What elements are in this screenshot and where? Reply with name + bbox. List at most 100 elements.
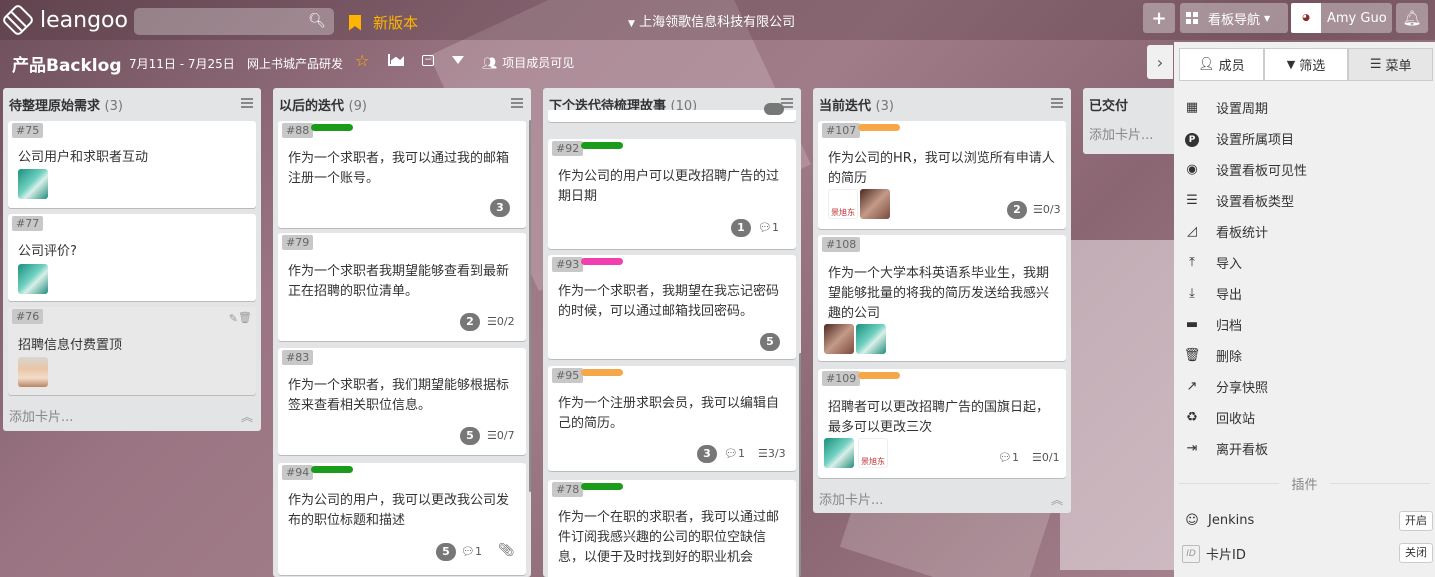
card-label bbox=[581, 369, 623, 376]
menu-item-share-snapshot[interactable]: ↗ 分享快照 bbox=[1182, 377, 1268, 396]
board-date-range[interactable]: 7月11日 - 7月25日 bbox=[129, 55, 235, 72]
tab-filter[interactable]: ▼ 筛选 bbox=[1263, 48, 1349, 81]
menu-item-label: 离开看板 bbox=[1216, 443, 1269, 458]
card[interactable]: #78 作为一个在职的求职者，我可以通过邮件订阅我感兴趣的公司的职位空缺信息，以… bbox=[548, 480, 796, 577]
card[interactable]: #107 作为公司的HR，我可以浏览所有申请人的简历 景旭东 2 ☰0/3 bbox=[818, 121, 1066, 229]
search-input[interactable]: 🔍︎ bbox=[134, 8, 334, 35]
score-badge: 5 bbox=[760, 333, 780, 351]
menu-item-set-visibility[interactable]: ◉ 设置看板可见性 bbox=[1182, 160, 1307, 179]
avatar[interactable] bbox=[824, 324, 854, 354]
comment-icon: 💬︎ bbox=[724, 447, 738, 460]
list-menu-icon[interactable] bbox=[1051, 98, 1063, 110]
avatar[interactable] bbox=[18, 357, 48, 387]
add-card-button[interactable]: 添加卡片... bbox=[9, 406, 73, 425]
tab-label: 成员 bbox=[1218, 59, 1245, 74]
menu-item-import[interactable]: ⤒ 导入 bbox=[1182, 253, 1242, 272]
menu-item-set-period[interactable]: ▦ 设置周期 bbox=[1182, 98, 1268, 117]
card-label bbox=[858, 124, 900, 131]
board-project[interactable]: 网上书城产品研发 bbox=[247, 55, 343, 72]
caret-down-icon: ▼ bbox=[1264, 13, 1271, 23]
menu-item-label: 导出 bbox=[1216, 288, 1243, 303]
attachment-icon: 📎︎ bbox=[498, 543, 515, 558]
avatar-caption: 景旭东 bbox=[831, 208, 855, 217]
avatar[interactable] bbox=[18, 169, 48, 199]
card[interactable]: #108 作为一个大学本科英语系毕业生，我期望能够批量的将我的简历发送给我感兴趣… bbox=[818, 235, 1066, 361]
plugin-enable-button[interactable]: 开启 bbox=[1399, 511, 1433, 531]
app-logo[interactable]: leangoo bbox=[1, 3, 128, 37]
plugin-disable-button[interactable]: 关闭 bbox=[1399, 543, 1433, 563]
checklist-value: 3/3 bbox=[767, 447, 786, 460]
card[interactable]: #76 ✎ 🗑︎ 招聘信息付费置顶 bbox=[8, 307, 256, 395]
board-members-visibility[interactable]: 👥︎ 项目成员可见 bbox=[482, 54, 574, 71]
card[interactable]: #75 公司用户和求职者互动 bbox=[8, 121, 256, 208]
list-header[interactable]: 已交付 bbox=[1083, 88, 1183, 118]
menu-item-leave-board[interactable]: ⇥ 离开看板 bbox=[1182, 439, 1268, 458]
checklist-icon: ☰ bbox=[487, 429, 497, 442]
filter-icon[interactable] bbox=[452, 56, 464, 64]
add-button[interactable]: + bbox=[1143, 3, 1175, 33]
comment-count: 💬︎1 bbox=[461, 545, 482, 558]
avatar[interactable] bbox=[860, 189, 890, 219]
trash-icon: 🗑︎ bbox=[1183, 348, 1201, 363]
company-switcher[interactable]: ▼ 上海领歌信息科技有限公司 bbox=[628, 11, 795, 30]
avatar[interactable] bbox=[824, 438, 854, 468]
chart-icon[interactable] bbox=[388, 54, 404, 66]
card[interactable]: #94 作为公司的用户，我可以更改我公司发布的职位标题和描述 5 💬︎1 📎︎ bbox=[278, 463, 526, 575]
card[interactable]: #88 作为一个求职者，我可以通过我的邮箱注册一个账号。 3 bbox=[278, 121, 526, 228]
add-card-button[interactable]: 添加卡片... bbox=[819, 489, 883, 508]
collapse-icon[interactable]: − bbox=[422, 55, 434, 66]
card-title: 作为一个大学本科英语系毕业生，我期望能够批量的将我的简历发送给我感兴趣的公司 bbox=[828, 266, 1050, 321]
card[interactable]: #92 作为公司的用户可以更改招聘广告的过期日期 1 💬︎1 bbox=[548, 139, 796, 249]
menu-item-delete[interactable]: 🗑︎ 删除 bbox=[1182, 346, 1242, 365]
card[interactable]: #83 作为一个求职者，我们期望能够根据标签来查看相关职位信息。 5 ☰0/7 bbox=[278, 348, 526, 455]
collapse-up-icon[interactable]: ︽ bbox=[241, 408, 253, 425]
archive-icon: ▬ bbox=[1185, 317, 1199, 332]
menu-item-recycle-bin[interactable]: ♻ 回收站 bbox=[1182, 408, 1255, 427]
notification-bell-icon[interactable]: 🔔︎ bbox=[1396, 3, 1428, 33]
card[interactable]: #77 公司评价? bbox=[8, 214, 256, 301]
card-title: 作为一个在职的求职者，我可以通过邮件订阅我感兴趣的公司的职位空缺信息，以便于及时… bbox=[558, 510, 780, 565]
list-header[interactable]: 当前迭代 (3) bbox=[813, 88, 1071, 118]
tab-menu[interactable]: ☰ 菜单 bbox=[1348, 48, 1434, 81]
list-menu-icon[interactable] bbox=[241, 98, 253, 110]
add-card-button[interactable]: 添加卡片... bbox=[1089, 124, 1153, 143]
comment-value: 1 bbox=[771, 221, 779, 234]
list-scrollbar[interactable] bbox=[799, 353, 801, 577]
new-version-link[interactable]: 新版本 bbox=[349, 12, 418, 33]
list-header[interactable]: 待整理原始需求 (3) bbox=[3, 88, 261, 118]
board-title[interactable]: 产品Backlog bbox=[12, 51, 122, 76]
menu-item-set-board-type[interactable]: ☰ 设置看板类型 bbox=[1182, 191, 1294, 210]
avatar[interactable]: 景旭东 bbox=[828, 189, 858, 219]
menu-item-board-stats[interactable]: ◿ 看板统计 bbox=[1182, 222, 1268, 241]
card[interactable]: #109 招聘者可以更改招聘广告的国旗日起，最多可以更改三次 景旭东 💬︎1 ☰… bbox=[818, 369, 1066, 478]
list-menu-icon[interactable] bbox=[511, 98, 523, 110]
list-header[interactable]: 以后的迭代 (9) bbox=[273, 88, 531, 118]
card[interactable]: #79 作为一个求职者我期望能够查看到最新正在招聘的职位清单。 2 ☰0/2 bbox=[278, 233, 526, 341]
menu-item-label: 删除 bbox=[1216, 350, 1243, 365]
menu-item-set-project[interactable]: P 设置所属项目 bbox=[1182, 129, 1294, 148]
card-id: #92 bbox=[552, 141, 584, 156]
list-column: 当前迭代 (3) #107 作为公司的HR，我可以浏览所有申请人的简历 景旭东 … bbox=[813, 88, 1071, 513]
board-nav-button[interactable]: 看板导航 ▼ bbox=[1180, 3, 1288, 33]
menu-item-archive[interactable]: ▬ 归档 bbox=[1182, 315, 1242, 334]
trash-icon[interactable]: 🗑︎ bbox=[238, 311, 252, 324]
card[interactable]: #93 作为一个求职者，我期望在我忘记密码的时候，可以通过邮箱找回密码。 5 bbox=[548, 255, 796, 359]
menu-item-export[interactable]: ⤓ 导出 bbox=[1182, 284, 1242, 303]
panel-tabs: 👤︎ 成员 ▼ 筛选 ☰ 菜单 bbox=[1179, 48, 1434, 81]
list-scrollbar[interactable] bbox=[529, 120, 531, 492]
avatar[interactable] bbox=[856, 324, 886, 354]
avatar[interactable] bbox=[18, 264, 48, 294]
tab-members[interactable]: 👤︎ 成员 bbox=[1179, 48, 1264, 81]
tab-label: 菜单 bbox=[1385, 59, 1412, 74]
star-icon[interactable]: ☆ bbox=[355, 51, 369, 70]
panel-toggle-chevron-icon[interactable]: › bbox=[1147, 45, 1173, 79]
new-version-label: 新版本 bbox=[373, 14, 419, 32]
card[interactable] bbox=[548, 103, 796, 122]
plugin-jenkins: ☺ Jenkins bbox=[1182, 513, 1254, 528]
avatar[interactable]: 景旭东 bbox=[858, 438, 888, 468]
user-menu[interactable]: ◕ Amy Guo bbox=[1291, 3, 1392, 33]
collapse-up-icon[interactable]: ︽ bbox=[1051, 491, 1063, 508]
card[interactable]: #95 作为一个注册求职会员，我可以编辑自己的简历。 3 💬︎1 ☰3/3 bbox=[548, 366, 796, 471]
search-icon[interactable]: 🔍︎ bbox=[308, 13, 326, 29]
edit-icon[interactable]: ✎ bbox=[229, 312, 238, 325]
